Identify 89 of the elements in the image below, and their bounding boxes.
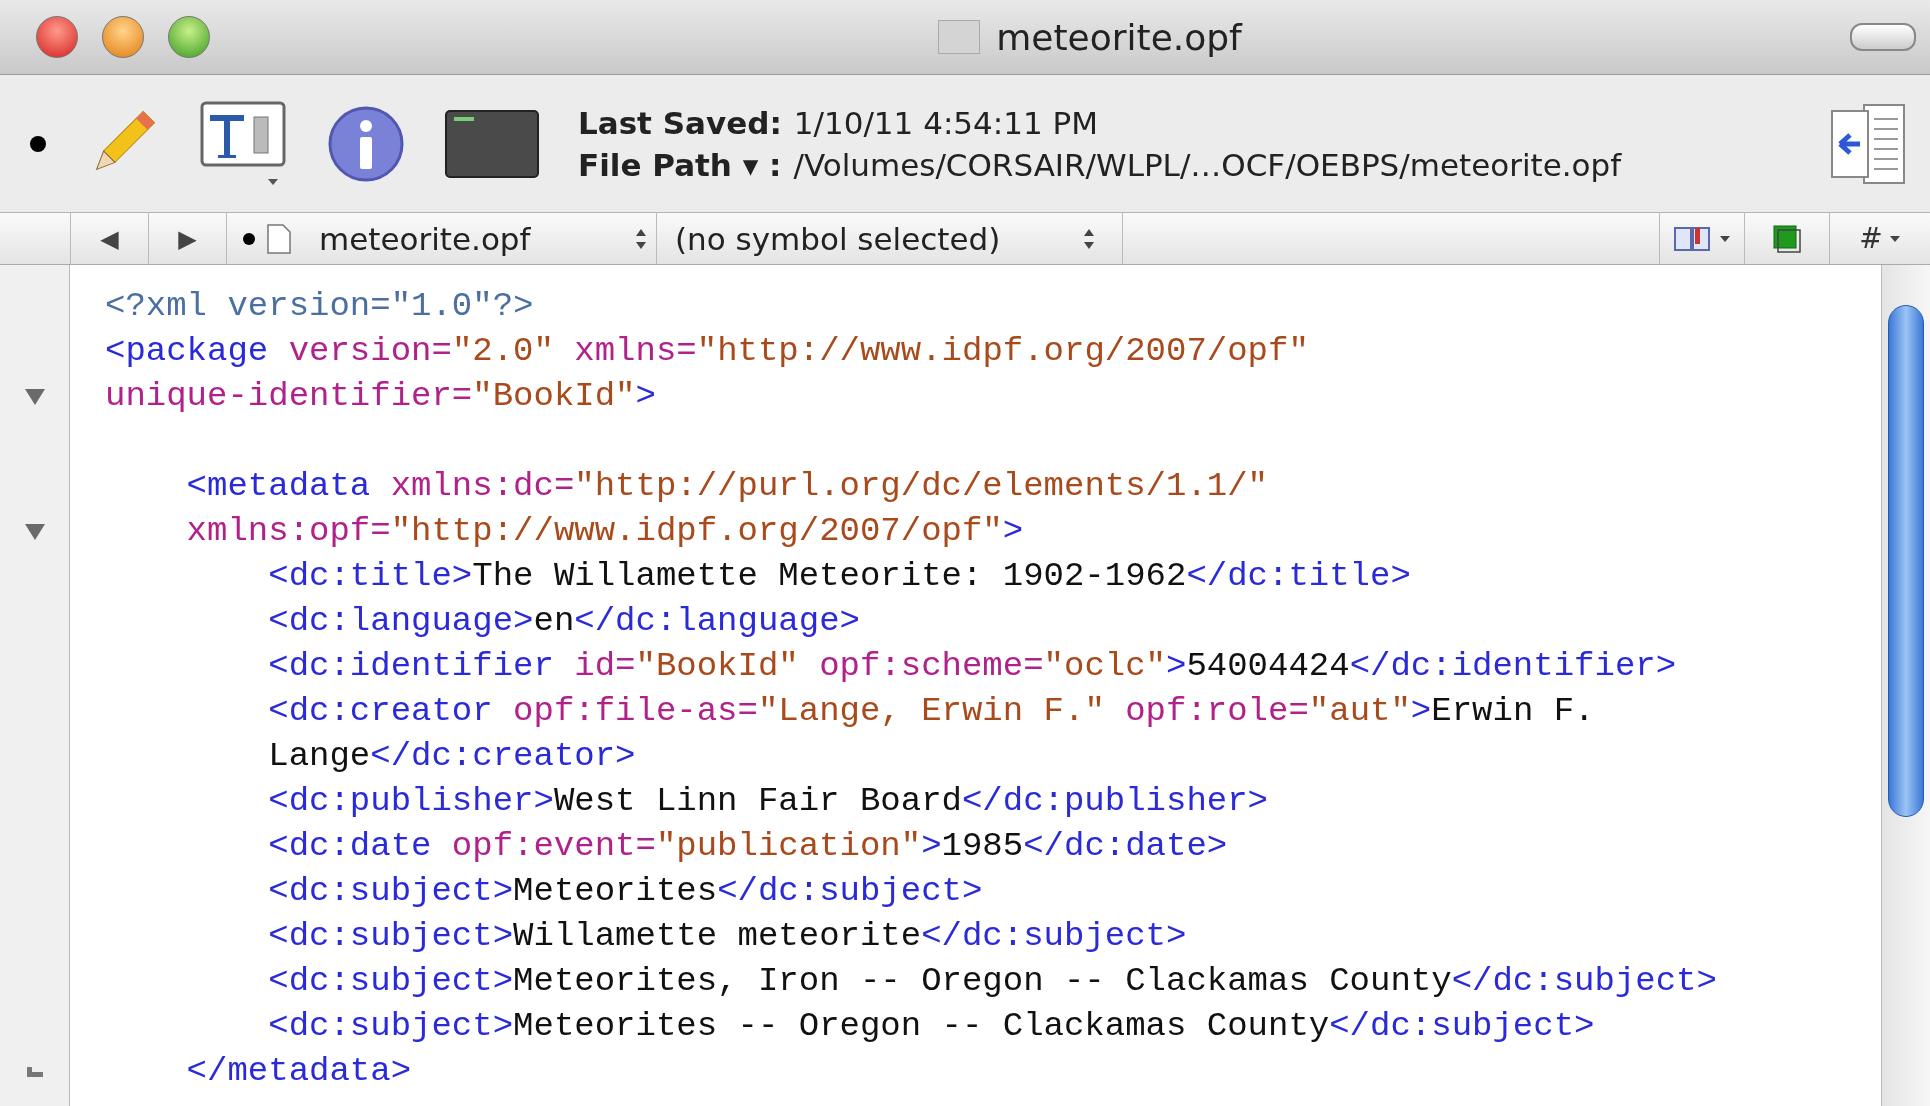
xml-tag: <package [105, 332, 269, 370]
forward-button[interactable]: ▶ [149, 213, 227, 264]
xml-tag: </dc:date> [1023, 827, 1228, 865]
minimize-button[interactable] [102, 16, 144, 58]
xml-attribute: opf:event= [450, 827, 656, 865]
attribute-value: "publication" [655, 827, 922, 865]
window-title: meteorite.opf [996, 16, 1242, 58]
xml-tag: <dc:subject> [105, 917, 514, 955]
caret-icon [1888, 234, 1901, 243]
attribute-value: "http://purl.org/dc/elements/1.1/" [574, 467, 1268, 505]
xml-tag: > [921, 827, 942, 865]
last-saved-label: Last Saved: [578, 104, 782, 141]
scrollbar[interactable] [1881, 265, 1930, 1106]
close-button[interactable] [36, 16, 78, 58]
xml-attribute: xmlns= [573, 332, 697, 370]
xml-tag: </dc:publisher> [961, 782, 1268, 820]
status-square-icon [1772, 223, 1802, 254]
attribute-value: "aut" [1308, 692, 1411, 730]
element-text: en [533, 602, 575, 640]
file-path-value: /Volumes/CORSAIR/WLPL/…OCF/OEBPS/meteorite.opf [793, 146, 1622, 183]
toolbar-toggle-button[interactable] [1850, 23, 1916, 51]
xml-tag: <dc:subject> [105, 872, 514, 910]
element-text: West Linn Fair Board [553, 782, 962, 820]
xml-tag: <dc:publisher> [105, 782, 554, 820]
attribute-value: "BookId" [472, 377, 636, 415]
xml-attribute: xmlns:dc= [389, 467, 575, 505]
xml-tag: </dc:identifier> [1349, 647, 1677, 685]
xml-tag: > [635, 377, 656, 415]
back-button[interactable]: ◀ [71, 213, 149, 264]
xml-attribute: opf:scheme= [818, 647, 1044, 685]
xml-tag: <metadata [105, 467, 371, 505]
xml-tag: <dc:title> [105, 557, 473, 595]
xml-tag: <dc:subject> [105, 1007, 514, 1045]
xml-attribute: version= [287, 332, 452, 370]
bullet-icon [30, 135, 46, 152]
attribute-value: "Lange, Erwin F." [757, 692, 1105, 730]
xml-tag: <dc:subject> [105, 962, 514, 1000]
xml-tag: </dc:subject> [717, 872, 983, 910]
xml-tag: </dc:creator> [370, 737, 636, 775]
scrollbar-thumb[interactable] [1888, 305, 1924, 817]
xml-tag: </dc:language> [574, 602, 860, 640]
xml-tag: <dc:creator [105, 692, 493, 730]
attribute-value: "http://www.idpf.org/2007/opf" [696, 332, 1309, 370]
element-text: Erwin F. [1431, 692, 1595, 730]
symbol-name: (no symbol selected) [675, 220, 1002, 257]
file-menu[interactable]: meteorite.opf [227, 213, 657, 264]
xml-attribute: id= [573, 647, 636, 685]
element-text: 1985 [941, 827, 1024, 865]
xml-tag: </dc:subject> [1451, 962, 1717, 1000]
xml-declaration: <?xml version="1.0"?> [105, 287, 534, 325]
symbol-menu[interactable]: (no symbol selected) [657, 213, 1123, 264]
xml-attribute: xmlns:opf= [185, 512, 391, 550]
counterpart-menu[interactable]: # [1830, 213, 1930, 264]
xml-tag: </dc:subject> [921, 917, 1187, 955]
attribute-value: "BookId" [635, 647, 799, 685]
element-text: The Willamette Meteorite: 1902-1962 [472, 557, 1187, 595]
element-text: Lange [267, 737, 371, 775]
terminal-icon[interactable] [444, 108, 540, 179]
xml-tag: </dc:subject> [1329, 1007, 1595, 1045]
file-path-menu[interactable]: File Path ▾ : [578, 146, 782, 183]
attribute-value: "oclc" [1043, 647, 1166, 685]
fold-triangle-icon[interactable] [23, 387, 46, 406]
counterpart-symbol: # [1859, 222, 1883, 255]
xml-tag: > [1166, 647, 1187, 685]
element-text: Meteorites, Iron -- Oregon -- Clackamas County [513, 962, 1452, 1000]
xml-attribute: opf:role= [1124, 692, 1309, 730]
document-icon [267, 223, 291, 254]
xml-attribute: opf:file-as= [512, 692, 758, 730]
attribute-value: "http://www.idpf.org/2007/opf" [390, 512, 1003, 550]
element-text: Willamette meteorite [513, 917, 922, 955]
bullet-icon [243, 232, 255, 245]
caret-icon [1719, 234, 1731, 243]
xml-tag: <dc:date [105, 827, 432, 865]
fold-end-icon[interactable] [25, 1065, 44, 1078]
last-saved-value: 1/10/11 4:54:11 PM [793, 104, 1098, 141]
element-text: Meteorites -- Oregon -- Clackamas County [513, 1007, 1330, 1045]
xml-tag: </dc:title> [1186, 557, 1411, 595]
xml-tag: > [1410, 692, 1432, 730]
xml-tag: </metadata> [105, 1052, 412, 1090]
zoom-button[interactable] [168, 16, 210, 58]
fold-triangle-icon[interactable] [23, 522, 46, 541]
file-name: meteorite.opf [319, 220, 532, 257]
xml-tag: <dc:identifier [105, 647, 554, 685]
element-text: Meteorites [513, 872, 718, 910]
xml-tag: <dc:language> [105, 602, 534, 640]
xml-tag: > [1002, 512, 1024, 550]
xml-attribute: unique-identifier= [105, 377, 473, 415]
attribute-value: "2.0" [451, 332, 554, 370]
element-text: 54004424 [1186, 647, 1350, 685]
